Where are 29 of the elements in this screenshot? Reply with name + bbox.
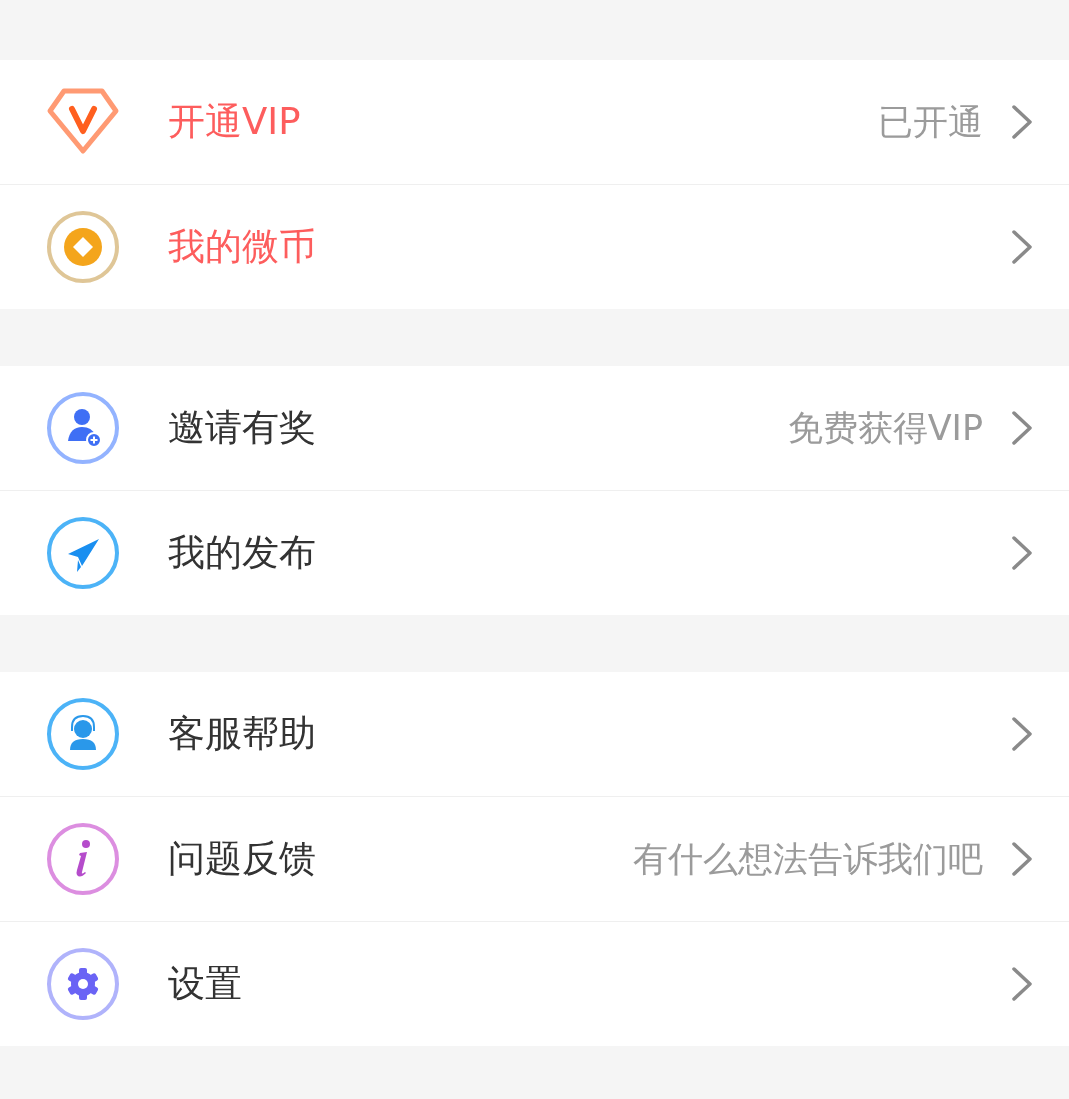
menu-title: 邀请有奖	[168, 405, 316, 452]
chevron-right-icon	[1011, 841, 1033, 877]
menu-title: 客服帮助	[168, 711, 316, 758]
menu-row[interactable]: 客服帮助	[0, 672, 1069, 796]
chevron-right-icon	[1011, 966, 1033, 1002]
headset-user-icon	[46, 697, 120, 771]
menu-title: 我的发布	[168, 530, 316, 577]
info-icon	[46, 822, 120, 896]
chevron-right-icon	[1011, 716, 1033, 752]
chevron-right-icon	[1011, 535, 1033, 571]
chevron-right-icon	[1011, 410, 1033, 446]
menu-row[interactable]: 问题反馈 有什么想法告诉我们吧	[0, 797, 1069, 921]
coin-icon	[46, 210, 120, 284]
menu-title: 我的微币	[168, 224, 316, 271]
chevron-right-icon	[1011, 229, 1033, 265]
menu-hint: 已开通	[878, 100, 983, 144]
menu-row[interactable]: 邀请有奖 免费获得VIP	[0, 366, 1069, 490]
menu-hint: 免费获得VIP	[787, 406, 983, 450]
diamond-icon	[46, 87, 120, 157]
menu-row[interactable]: 设置	[0, 922, 1069, 1046]
menu-title: 问题反馈	[168, 836, 316, 883]
add-user-icon	[46, 391, 120, 465]
paper-plane-icon	[46, 516, 120, 590]
menu-title: 开通VIP	[168, 99, 301, 146]
menu-hint: 有什么想法告诉我们吧	[633, 837, 983, 881]
chevron-right-icon	[1011, 104, 1033, 140]
settings-icon	[46, 947, 120, 1021]
menu-row[interactable]: 我的发布	[0, 491, 1069, 615]
menu-title: 设置	[168, 961, 242, 1008]
